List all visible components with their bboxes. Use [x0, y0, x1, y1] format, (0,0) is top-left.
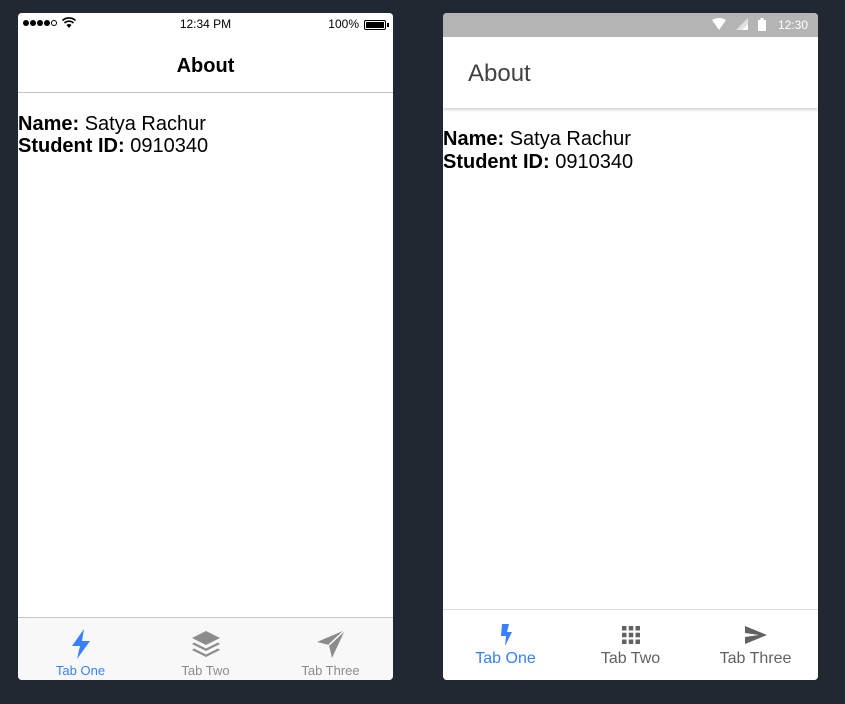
- status-bar: 12:30: [443, 13, 818, 37]
- tab-three[interactable]: Tab Three: [268, 618, 393, 680]
- flash-icon: [500, 624, 512, 646]
- tab-three-label: Tab Three: [301, 663, 360, 678]
- page-title: About: [176, 55, 235, 77]
- toolbar: About: [443, 37, 818, 108]
- student-id-label: Student ID:: [443, 151, 550, 173]
- student-id-label: Student ID:: [18, 135, 125, 157]
- grid-icon: [621, 626, 640, 644]
- tab-three[interactable]: Tab Three: [693, 610, 818, 680]
- tab-two[interactable]: Tab Two: [143, 618, 268, 680]
- battery-icon: [758, 18, 766, 31]
- student-id-row: Student ID: 0910340: [443, 151, 633, 174]
- send-icon: [316, 629, 346, 658]
- page-title: About: [468, 60, 531, 87]
- tab-one-label: Tab One: [55, 663, 106, 678]
- name-label: Name:: [18, 113, 80, 135]
- battery-icon: [364, 20, 389, 30]
- name-label: Name:: [443, 128, 505, 150]
- student-id-value: 0910340: [555, 151, 634, 173]
- student-id-row: Student ID: 0910340: [18, 135, 208, 157]
- tab-two[interactable]: Tab Two: [568, 610, 693, 680]
- student-id-value: 0910340: [130, 135, 209, 157]
- name-row: Name: Satya Rachur: [18, 113, 208, 135]
- flash-icon: [71, 629, 90, 659]
- nav-bar: About: [18, 35, 393, 93]
- tab-two-label: Tab Two: [600, 650, 661, 667]
- tab-two-label: Tab Two: [181, 663, 230, 678]
- wifi-icon: [712, 18, 726, 30]
- name-row: Name: Satya Rachur: [443, 128, 633, 151]
- battery-percent: 100%: [328, 17, 359, 31]
- status-bar: 12:34 PM 100%: [18, 13, 393, 35]
- send-icon: [744, 626, 767, 644]
- name-value: Satya Rachur: [509, 128, 631, 150]
- profile-info: Name: Satya Rachur Student ID: 0910340: [443, 128, 633, 174]
- signal-icon: [736, 18, 748, 30]
- name-value: Satya Rachur: [84, 113, 206, 135]
- android-screen: 12:30 About Name: Satya Rachur Student I…: [443, 13, 818, 680]
- profile-info: Name: Satya Rachur Student ID: 0910340: [18, 113, 208, 157]
- status-time: 12:30: [777, 18, 808, 32]
- status-icons: [712, 18, 766, 31]
- tab-bar: Tab One Tab Two Tab Three: [443, 609, 818, 680]
- tab-one[interactable]: Tab One: [18, 618, 143, 680]
- tab-one-label: Tab One: [475, 650, 536, 667]
- tab-three-label: Tab Three: [719, 650, 792, 667]
- tab-bar: Tab One Tab Two Tab Three: [18, 617, 393, 680]
- tab-one[interactable]: Tab One: [443, 610, 568, 680]
- layers-icon: [191, 631, 220, 657]
- ios-screen: 12:34 PM 100% About Name: Satya Rachur S…: [18, 13, 393, 680]
